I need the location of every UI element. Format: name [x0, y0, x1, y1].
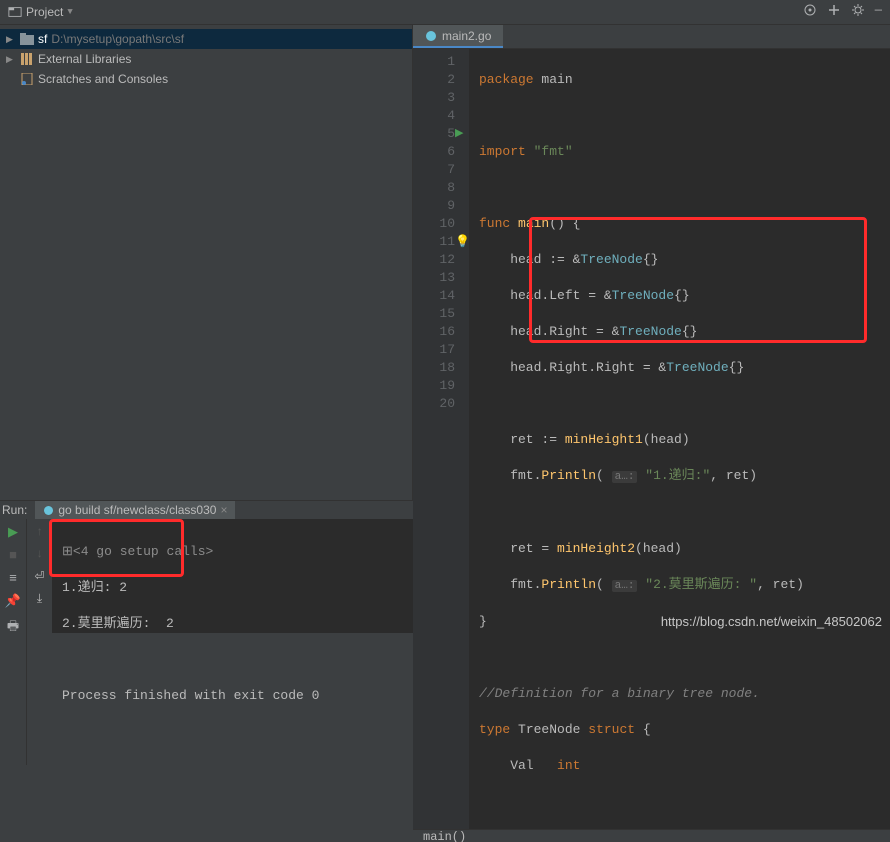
run-gutter-icon[interactable]: ▶: [455, 125, 463, 143]
project-label: Project: [26, 5, 63, 19]
run-config-tab[interactable]: go build sf/newclass/class030 ×: [35, 501, 235, 519]
wrap-icon[interactable]: ⏎: [34, 569, 44, 584]
project-toolbar: Project ▼ —: [0, 0, 890, 25]
stop-icon[interactable]: ■: [9, 548, 17, 563]
line-number[interactable]: 12: [413, 251, 455, 269]
tab-main2-go[interactable]: main2.go: [413, 25, 503, 48]
run-label: Run:: [2, 503, 27, 517]
scratches-icon: [20, 73, 34, 85]
run-action-strip: ▶ ■ ≡ 📌 🖶: [0, 519, 26, 765]
go-file-icon: [425, 30, 437, 42]
chevron-down-icon: ▼: [67, 7, 72, 17]
output-line: Process finished with exit code 0: [62, 687, 880, 705]
line-number[interactable]: 5: [413, 125, 455, 143]
line-number[interactable]: 2: [413, 71, 455, 89]
library-icon: [20, 53, 34, 65]
pin-icon[interactable]: 📌: [5, 594, 21, 609]
line-number[interactable]: 10: [413, 215, 455, 233]
line-number[interactable]: 9: [413, 197, 455, 215]
up-icon[interactable]: ↑: [36, 525, 43, 539]
root-name: sf: [38, 32, 47, 46]
line-number[interactable]: 1: [413, 53, 455, 71]
scroll-icon[interactable]: ⤓: [37, 592, 42, 606]
tab-label: main2.go: [442, 29, 491, 43]
line-number[interactable]: 18: [413, 359, 455, 377]
expand-icon[interactable]: [827, 3, 841, 21]
project-tree[interactable]: ▶ sf D:\mysetup\gopath\src\sf ▶ External…: [0, 25, 413, 500]
line-number[interactable]: 15: [413, 305, 455, 323]
line-number[interactable]: 20: [413, 395, 455, 413]
line-number[interactable]: 16: [413, 323, 455, 341]
ext-lib-label: External Libraries: [38, 52, 131, 66]
watermark: https://blog.csdn.net/weixin_48502062: [661, 614, 882, 629]
tree-scratches[interactable]: Scratches and Consoles: [0, 69, 412, 89]
go-run-icon: [43, 505, 54, 516]
print-icon[interactable]: 🖶: [7, 617, 19, 639]
tree-external-libraries[interactable]: ▶ External Libraries: [0, 49, 412, 69]
line-number[interactable]: 13: [413, 269, 455, 287]
output-line: 1.递归: 2: [62, 579, 880, 597]
line-number[interactable]: 19: [413, 377, 455, 395]
line-number[interactable]: 11: [413, 233, 455, 251]
close-icon[interactable]: ×: [220, 503, 227, 517]
output-line: ⊞<4 go setup calls>: [62, 543, 880, 561]
expand-arrow-icon[interactable]: ▶: [6, 54, 16, 65]
line-number[interactable]: 17: [413, 341, 455, 359]
rerun-icon[interactable]: ▶: [8, 525, 18, 540]
intention-bulb-icon[interactable]: 💡: [455, 233, 470, 251]
layout-icon[interactable]: ≡: [9, 571, 17, 586]
project-dropdown[interactable]: Project ▼: [0, 0, 81, 24]
line-number[interactable]: 3: [413, 89, 455, 107]
line-number[interactable]: 8: [413, 179, 455, 197]
gear-icon[interactable]: [851, 3, 865, 21]
scratches-label: Scratches and Consoles: [38, 72, 168, 86]
line-number[interactable]: 6: [413, 143, 455, 161]
toolbar-actions: —: [803, 3, 890, 21]
line-number[interactable]: 7: [413, 161, 455, 179]
target-icon[interactable]: [803, 3, 817, 21]
expand-arrow-icon[interactable]: ▶: [6, 34, 16, 45]
folder-icon: [20, 33, 34, 45]
line-number[interactable]: 14: [413, 287, 455, 305]
tree-root[interactable]: ▶ sf D:\mysetup\gopath\src\sf: [0, 29, 412, 49]
project-icon: [8, 5, 22, 19]
console-output[interactable]: ⊞<4 go setup calls> 1.递归: 2 2.莫里斯遍历: 2 P…: [52, 519, 890, 765]
minimize-icon[interactable]: —: [875, 3, 882, 21]
breadcrumb[interactable]: main(): [413, 829, 890, 842]
root-path: D:\mysetup\gopath\src\sf: [51, 32, 184, 46]
line-number[interactable]: 4: [413, 107, 455, 125]
editor-tabs: main2.go: [413, 25, 890, 49]
down-icon[interactable]: ↓: [36, 547, 43, 561]
run-nav-strip: ↑ ↓ ⏎ ⤓: [26, 519, 52, 765]
